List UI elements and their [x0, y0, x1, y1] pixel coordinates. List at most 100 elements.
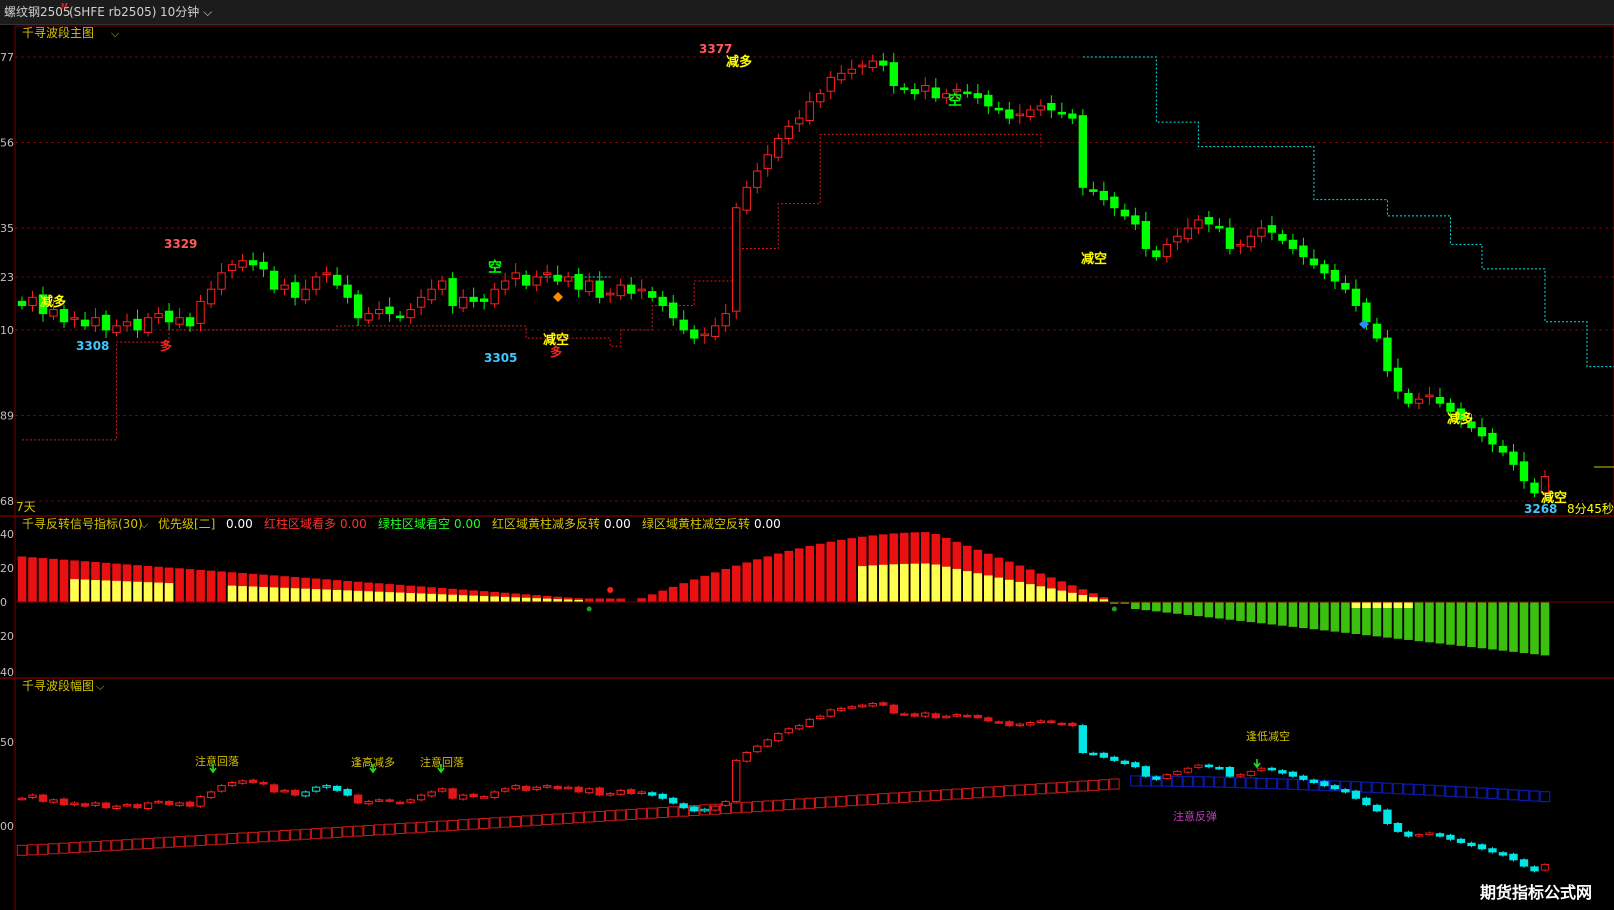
amp-candle-body	[1299, 775, 1308, 780]
indicator-yellow-bar	[448, 594, 457, 602]
indicator-bar	[1330, 602, 1340, 632]
channel-box	[121, 839, 133, 851]
channel-box	[226, 833, 238, 845]
main-panel-frame	[14, 25, 1614, 517]
trailing-stop-lines	[22, 56, 1614, 441]
amp-candle-body	[1036, 720, 1046, 723]
candle-body	[1120, 209, 1130, 217]
indicator-bar	[679, 583, 689, 602]
channel-box	[604, 810, 616, 822]
indicator-yellow-bar	[395, 592, 405, 602]
amp-candle-body	[1225, 766, 1235, 777]
indicator-bar	[1278, 602, 1287, 626]
indicator-bar	[49, 558, 58, 602]
indicator-title[interactable]: 千寻反转信号指标(30)	[22, 516, 143, 531]
candle-body	[301, 288, 310, 301]
candle-body	[416, 296, 426, 308]
channel-box	[216, 833, 227, 845]
candle-body	[574, 274, 583, 290]
indicator-yellow-bar	[1393, 602, 1403, 608]
candle-body	[122, 321, 132, 327]
y-tick-label: 89	[0, 409, 14, 422]
candle-body	[259, 261, 268, 270]
channel-box	[268, 830, 280, 842]
candle-body	[154, 313, 163, 319]
indicator-yellow-bar	[112, 580, 121, 602]
amplitude-title[interactable]: 千寻波段幅图	[22, 678, 94, 693]
channel-box	[195, 834, 206, 846]
amp-candle-body	[1288, 771, 1298, 777]
signal-reduce-short: 减空	[1541, 490, 1567, 506]
symbol-mark: M	[61, 2, 68, 11]
amp-candle-body	[143, 802, 153, 810]
indicator-yellow-bar	[1404, 602, 1413, 608]
channel-box	[1014, 784, 1026, 796]
amp-candle-body	[679, 803, 688, 809]
amp-candle-body	[1089, 752, 1098, 756]
amp-candle-body	[385, 799, 394, 802]
indicator-bar	[658, 590, 668, 602]
candle-body	[469, 296, 478, 302]
candle-body	[1194, 219, 1203, 229]
indicator-bar	[1173, 602, 1182, 614]
channel-box	[583, 811, 595, 823]
amp-candle-body	[900, 713, 909, 716]
indicator-bar	[1215, 602, 1224, 619]
amp-candle-body	[858, 704, 867, 708]
amp-candle-body	[269, 784, 279, 793]
channel-box	[394, 823, 406, 835]
amp-candle-body	[1173, 770, 1182, 776]
amp-candle-body	[185, 801, 195, 807]
indicator-bar	[731, 565, 741, 602]
candle-body	[606, 292, 615, 296]
candle-body	[164, 310, 174, 323]
channel-box	[773, 799, 784, 811]
indicator-bar	[185, 569, 195, 602]
amp-candle-body	[1005, 721, 1014, 727]
channel-box	[1466, 786, 1477, 798]
chart-area[interactable]: 77 56 35 23 10 89 68 千寻波段主图 ⌵ 3329 3377 3308 3…	[0, 24, 1614, 910]
main-panel-title[interactable]: 千寻波段主图	[22, 25, 94, 40]
candle-body	[1068, 113, 1077, 119]
indicator-yellow-bar	[301, 588, 310, 602]
amp-candle-body	[1257, 767, 1266, 772]
amp-candle-body	[1131, 762, 1140, 768]
amp-candle-body	[1393, 823, 1403, 832]
candle-body	[1204, 216, 1214, 225]
candle-body	[1110, 196, 1119, 209]
amp-candle-body	[1267, 767, 1277, 771]
indicator-bar	[605, 598, 615, 602]
candle-body	[500, 280, 510, 290]
amp-candle-body	[921, 712, 930, 717]
candle-body	[196, 300, 205, 324]
candle-body	[1498, 445, 1508, 453]
annotation: 注意反弹	[1173, 809, 1217, 823]
amp-candle-body	[1446, 834, 1455, 840]
amp-candle-body	[595, 787, 604, 796]
amp-candle-body	[1099, 752, 1109, 758]
candle-body	[994, 107, 1003, 111]
amp-candle-body	[469, 793, 478, 798]
red-dot-icon	[607, 587, 614, 593]
amp-candle-body	[994, 721, 1003, 724]
channel-box	[1434, 785, 1446, 797]
legend-value: 0.00	[754, 517, 781, 531]
amp-candle-body	[784, 728, 793, 734]
candle-body	[1530, 482, 1539, 494]
candle-body	[101, 314, 111, 331]
candle-body	[364, 313, 373, 321]
indicator-yellow-bar	[878, 564, 888, 602]
period-selector[interactable]: 10分钟 ⌵	[160, 0, 212, 24]
channel-box	[426, 821, 437, 833]
indicator-bar	[1152, 602, 1161, 612]
candle-body	[1362, 302, 1371, 323]
amp-candle-body	[826, 709, 835, 717]
candle-body	[1414, 398, 1424, 404]
amp-candle-body	[1162, 774, 1172, 780]
indicator-yellow-bar	[521, 597, 531, 602]
signal-reduce-short: 减空	[1081, 251, 1107, 267]
channel-box	[888, 792, 900, 804]
candle-body	[648, 291, 657, 298]
candle-body	[1183, 227, 1193, 240]
amp-candle-body	[847, 706, 856, 709]
